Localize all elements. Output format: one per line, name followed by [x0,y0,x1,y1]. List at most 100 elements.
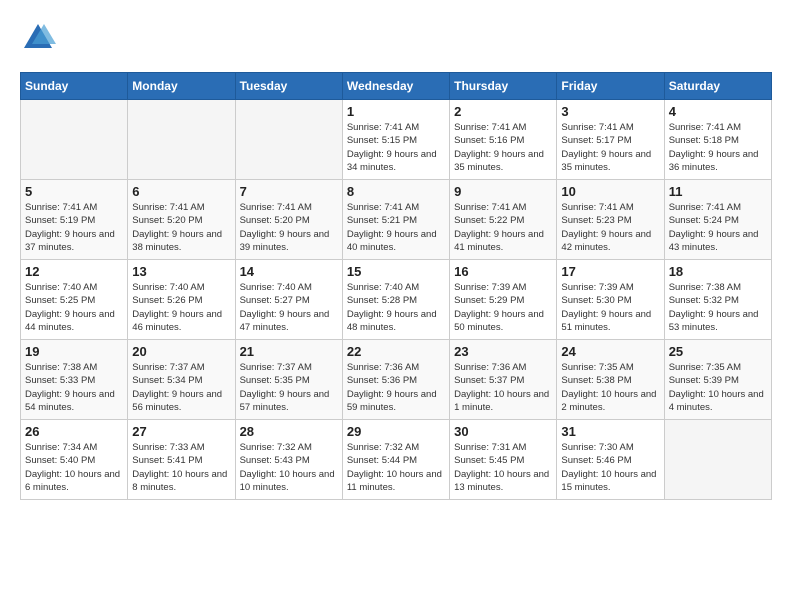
day-info: Sunrise: 7:41 AM Sunset: 5:22 PM Dayligh… [454,201,552,254]
calendar-cell: 15Sunrise: 7:40 AM Sunset: 5:28 PM Dayli… [342,260,449,340]
calendar-cell: 27Sunrise: 7:33 AM Sunset: 5:41 PM Dayli… [128,420,235,500]
day-info: Sunrise: 7:39 AM Sunset: 5:30 PM Dayligh… [561,281,659,334]
day-info: Sunrise: 7:32 AM Sunset: 5:43 PM Dayligh… [240,441,338,494]
calendar-cell: 13Sunrise: 7:40 AM Sunset: 5:26 PM Dayli… [128,260,235,340]
calendar-cell: 23Sunrise: 7:36 AM Sunset: 5:37 PM Dayli… [450,340,557,420]
calendar-cell: 12Sunrise: 7:40 AM Sunset: 5:25 PM Dayli… [21,260,128,340]
day-info: Sunrise: 7:41 AM Sunset: 5:20 PM Dayligh… [132,201,230,254]
day-info: Sunrise: 7:41 AM Sunset: 5:20 PM Dayligh… [240,201,338,254]
calendar-cell: 6Sunrise: 7:41 AM Sunset: 5:20 PM Daylig… [128,180,235,260]
calendar-week-row: 12Sunrise: 7:40 AM Sunset: 5:25 PM Dayli… [21,260,772,340]
day-info: Sunrise: 7:41 AM Sunset: 5:15 PM Dayligh… [347,121,445,174]
day-of-week-header: Sunday [21,73,128,100]
calendar-cell: 19 Sunrise: 7:38 AM Sunset: 5:33 PM Dayli… [21,340,128,420]
calendar-week-row: 5 Sunrise: 7:41 AM Sunset: 5:19 PM Daylig… [21,180,772,260]
calendar-cell [235,100,342,180]
day-info: Sunrise: 7:30 AM Sunset: 5:46 PM Dayligh… [561,441,659,494]
calendar-cell: 21 Sunrise: 7:37 AM Sunset: 5:35 PM Dayli… [235,340,342,420]
calendar-cell: 14 Sunrise: 7:40 AM Sunset: 5:27 PM Dayli… [235,260,342,340]
day-number: 31 [561,424,659,439]
calendar-cell: 7 Sunrise: 7:41 AM Sunset: 5:20 PM Daylig… [235,180,342,260]
calendar-header-row: SundayMondayTuesdayWednesdayThursdayFrid… [21,73,772,100]
logo-icon [20,20,56,56]
calendar-week-row: 26Sunrise: 7:34 AM Sunset: 5:40 PM Dayli… [21,420,772,500]
day-number: 8 [347,184,445,199]
day-info: Sunrise: 7:41 AM Sunset: 5:18 PM Dayligh… [669,121,767,174]
day-info: Sunrise: 7:38 AM Sunset: 5:33 PM Dayligh… [25,361,123,414]
calendar-cell: 10 Sunrise: 7:41 AM Sunset: 5:23 PM Dayli… [557,180,664,260]
calendar-cell: 4 Sunrise: 7:41 AM Sunset: 5:18 PM Daylig… [664,100,771,180]
day-number: 22 [347,344,445,359]
day-number: 17 [561,264,659,279]
calendar-cell: 20 Sunrise: 7:37 AM Sunset: 5:34 PM Dayli… [128,340,235,420]
day-number: 4 [669,104,767,119]
day-info: Sunrise: 7:37 AM Sunset: 5:34 PM Dayligh… [132,361,230,414]
day-number: 2 [454,104,552,119]
day-info: Sunrise: 7:41 AM Sunset: 5:23 PM Dayligh… [561,201,659,254]
page-header [20,20,772,56]
day-number: 9 [454,184,552,199]
day-number: 19 [25,344,123,359]
calendar-cell: 5 Sunrise: 7:41 AM Sunset: 5:19 PM Daylig… [21,180,128,260]
day-number: 14 [240,264,338,279]
calendar-cell: 11 Sunrise: 7:41 AM Sunset: 5:24 PM Dayli… [664,180,771,260]
calendar-cell: 3 Sunrise: 7:41 AM Sunset: 5:17 PM Daylig… [557,100,664,180]
day-number: 20 [132,344,230,359]
calendar-cell: 8 Sunrise: 7:41 AM Sunset: 5:21 PM Daylig… [342,180,449,260]
calendar-cell [664,420,771,500]
day-info: Sunrise: 7:41 AM Sunset: 5:24 PM Dayligh… [669,201,767,254]
calendar-cell [128,100,235,180]
calendar-cell: 28 Sunrise: 7:32 AM Sunset: 5:43 PM Dayli… [235,420,342,500]
day-number: 3 [561,104,659,119]
day-number: 18 [669,264,767,279]
calendar-cell: 25 Sunrise: 7:35 AM Sunset: 5:39 PM Dayli… [664,340,771,420]
calendar-cell: 24Sunrise: 7:35 AM Sunset: 5:38 PM Dayli… [557,340,664,420]
day-info: Sunrise: 7:41 AM Sunset: 5:17 PM Dayligh… [561,121,659,174]
day-info: Sunrise: 7:35 AM Sunset: 5:39 PM Dayligh… [669,361,767,414]
day-number: 16 [454,264,552,279]
calendar-cell: 9 Sunrise: 7:41 AM Sunset: 5:22 PM Daylig… [450,180,557,260]
day-info: Sunrise: 7:37 AM Sunset: 5:35 PM Dayligh… [240,361,338,414]
day-number: 29 [347,424,445,439]
calendar-cell: 29 Sunrise: 7:32 AM Sunset: 5:44 PM Dayli… [342,420,449,500]
day-info: Sunrise: 7:41 AM Sunset: 5:19 PM Dayligh… [25,201,123,254]
calendar-cell: 26Sunrise: 7:34 AM Sunset: 5:40 PM Dayli… [21,420,128,500]
day-info: Sunrise: 7:31 AM Sunset: 5:45 PM Dayligh… [454,441,552,494]
day-number: 21 [240,344,338,359]
day-number: 24 [561,344,659,359]
day-number: 13 [132,264,230,279]
day-number: 23 [454,344,552,359]
day-info: Sunrise: 7:39 AM Sunset: 5:29 PM Dayligh… [454,281,552,334]
day-number: 5 [25,184,123,199]
day-of-week-header: Wednesday [342,73,449,100]
day-number: 11 [669,184,767,199]
day-info: Sunrise: 7:40 AM Sunset: 5:27 PM Dayligh… [240,281,338,334]
day-number: 7 [240,184,338,199]
calendar-cell: 1 Sunrise: 7:41 AM Sunset: 5:15 PM Daylig… [342,100,449,180]
day-number: 10 [561,184,659,199]
day-of-week-header: Tuesday [235,73,342,100]
day-info: Sunrise: 7:41 AM Sunset: 5:16 PM Dayligh… [454,121,552,174]
logo [20,20,62,56]
calendar-table: SundayMondayTuesdayWednesdayThursdayFrid… [20,72,772,500]
day-number: 28 [240,424,338,439]
day-number: 25 [669,344,767,359]
day-number: 1 [347,104,445,119]
day-info: Sunrise: 7:40 AM Sunset: 5:25 PM Dayligh… [25,281,123,334]
calendar-cell: 22Sunrise: 7:36 AM Sunset: 5:36 PM Dayli… [342,340,449,420]
day-info: Sunrise: 7:34 AM Sunset: 5:40 PM Dayligh… [25,441,123,494]
day-of-week-header: Thursday [450,73,557,100]
calendar-cell [21,100,128,180]
day-info: Sunrise: 7:32 AM Sunset: 5:44 PM Dayligh… [347,441,445,494]
day-info: Sunrise: 7:38 AM Sunset: 5:32 PM Dayligh… [669,281,767,334]
calendar-cell: 30 Sunrise: 7:31 AM Sunset: 5:45 PM Dayli… [450,420,557,500]
calendar-cell: 16 Sunrise: 7:39 AM Sunset: 5:29 PM Dayli… [450,260,557,340]
day-info: Sunrise: 7:41 AM Sunset: 5:21 PM Dayligh… [347,201,445,254]
calendar-week-row: 1 Sunrise: 7:41 AM Sunset: 5:15 PM Daylig… [21,100,772,180]
calendar-cell: 17 Sunrise: 7:39 AM Sunset: 5:30 PM Dayli… [557,260,664,340]
day-number: 30 [454,424,552,439]
day-number: 15 [347,264,445,279]
day-info: Sunrise: 7:33 AM Sunset: 5:41 PM Dayligh… [132,441,230,494]
day-of-week-header: Monday [128,73,235,100]
day-of-week-header: Saturday [664,73,771,100]
